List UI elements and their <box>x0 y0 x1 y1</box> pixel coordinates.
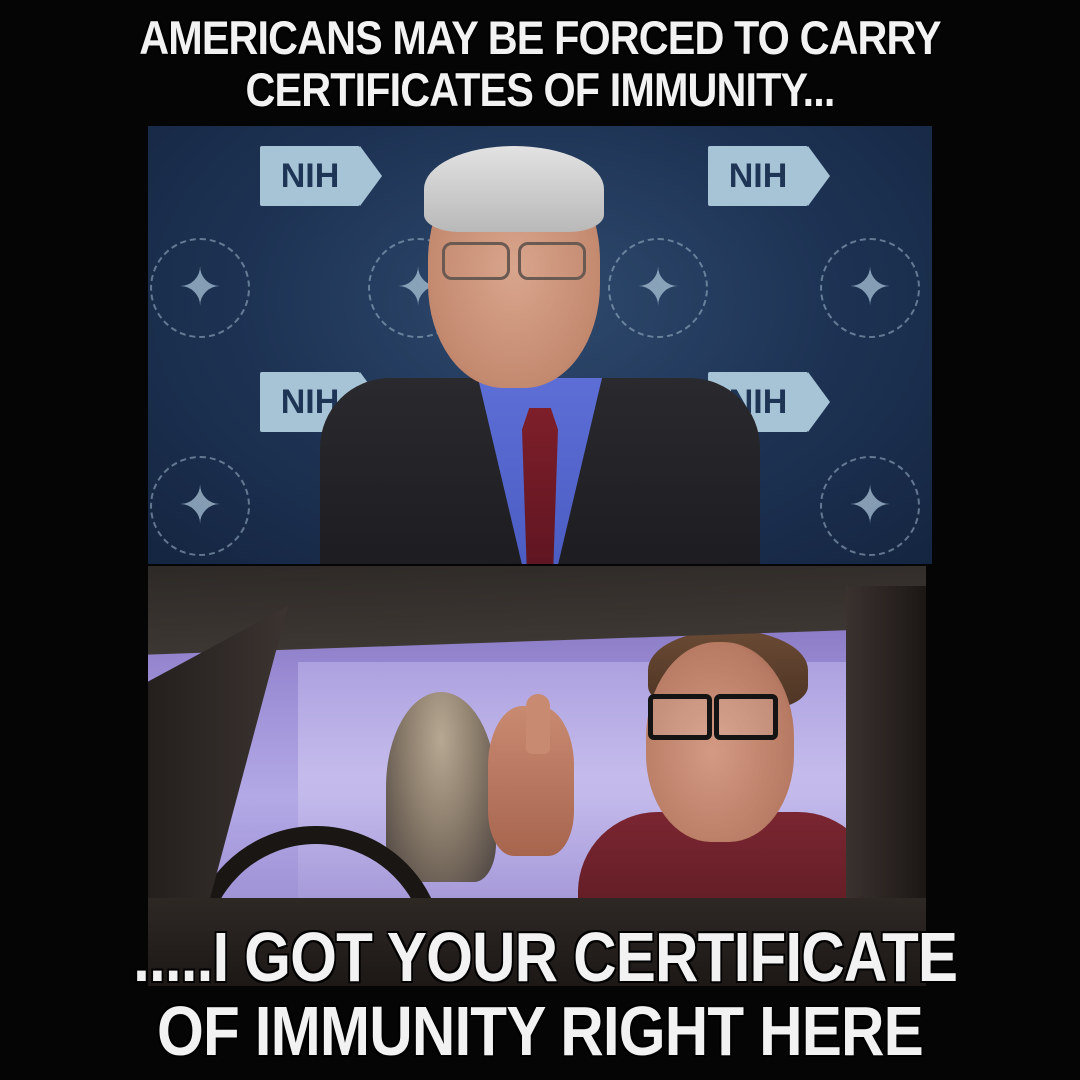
hhs-seal-icon: ✦ <box>150 238 250 338</box>
hhs-seal-icon: ✦ <box>820 456 920 556</box>
bottom-caption-line1: .....I GOT YOUR CERTIFICATE <box>133 918 958 996</box>
hhs-seal-icon: ✦ <box>820 238 920 338</box>
bottom-caption-line2: OF IMMUNITY RIGHT HERE <box>157 992 924 1070</box>
top-caption-line1: AMERICANS MAY BE FORCED TO CARRY <box>139 11 941 64</box>
driver-glasses <box>648 694 778 740</box>
passenger-figure <box>386 692 496 882</box>
middle-finger <box>526 694 550 754</box>
speaker-glasses <box>442 242 586 280</box>
meme-image: AMERICANS MAY BE FORCED TO CARRY CERTIFI… <box>0 0 1080 1080</box>
hhs-seal-icon: ✦ <box>150 456 250 556</box>
press-briefing-photo: NIH NIH NIH NIH ✦ ✦ ✦ ✦ ✦ ✦ <box>148 126 932 564</box>
bottom-caption: .....I GOT YOUR CERTIFICATE OF IMMUNITY … <box>76 920 1005 1068</box>
speaker-hair <box>424 146 604 232</box>
speaker-figure <box>320 146 760 564</box>
driver-face <box>646 642 794 842</box>
red-tie <box>522 408 558 564</box>
top-caption-line2: CERTIFICATES OF IMMUNITY... <box>245 63 836 116</box>
top-caption: AMERICANS MAY BE FORCED TO CARRY CERTIFI… <box>65 12 1015 116</box>
